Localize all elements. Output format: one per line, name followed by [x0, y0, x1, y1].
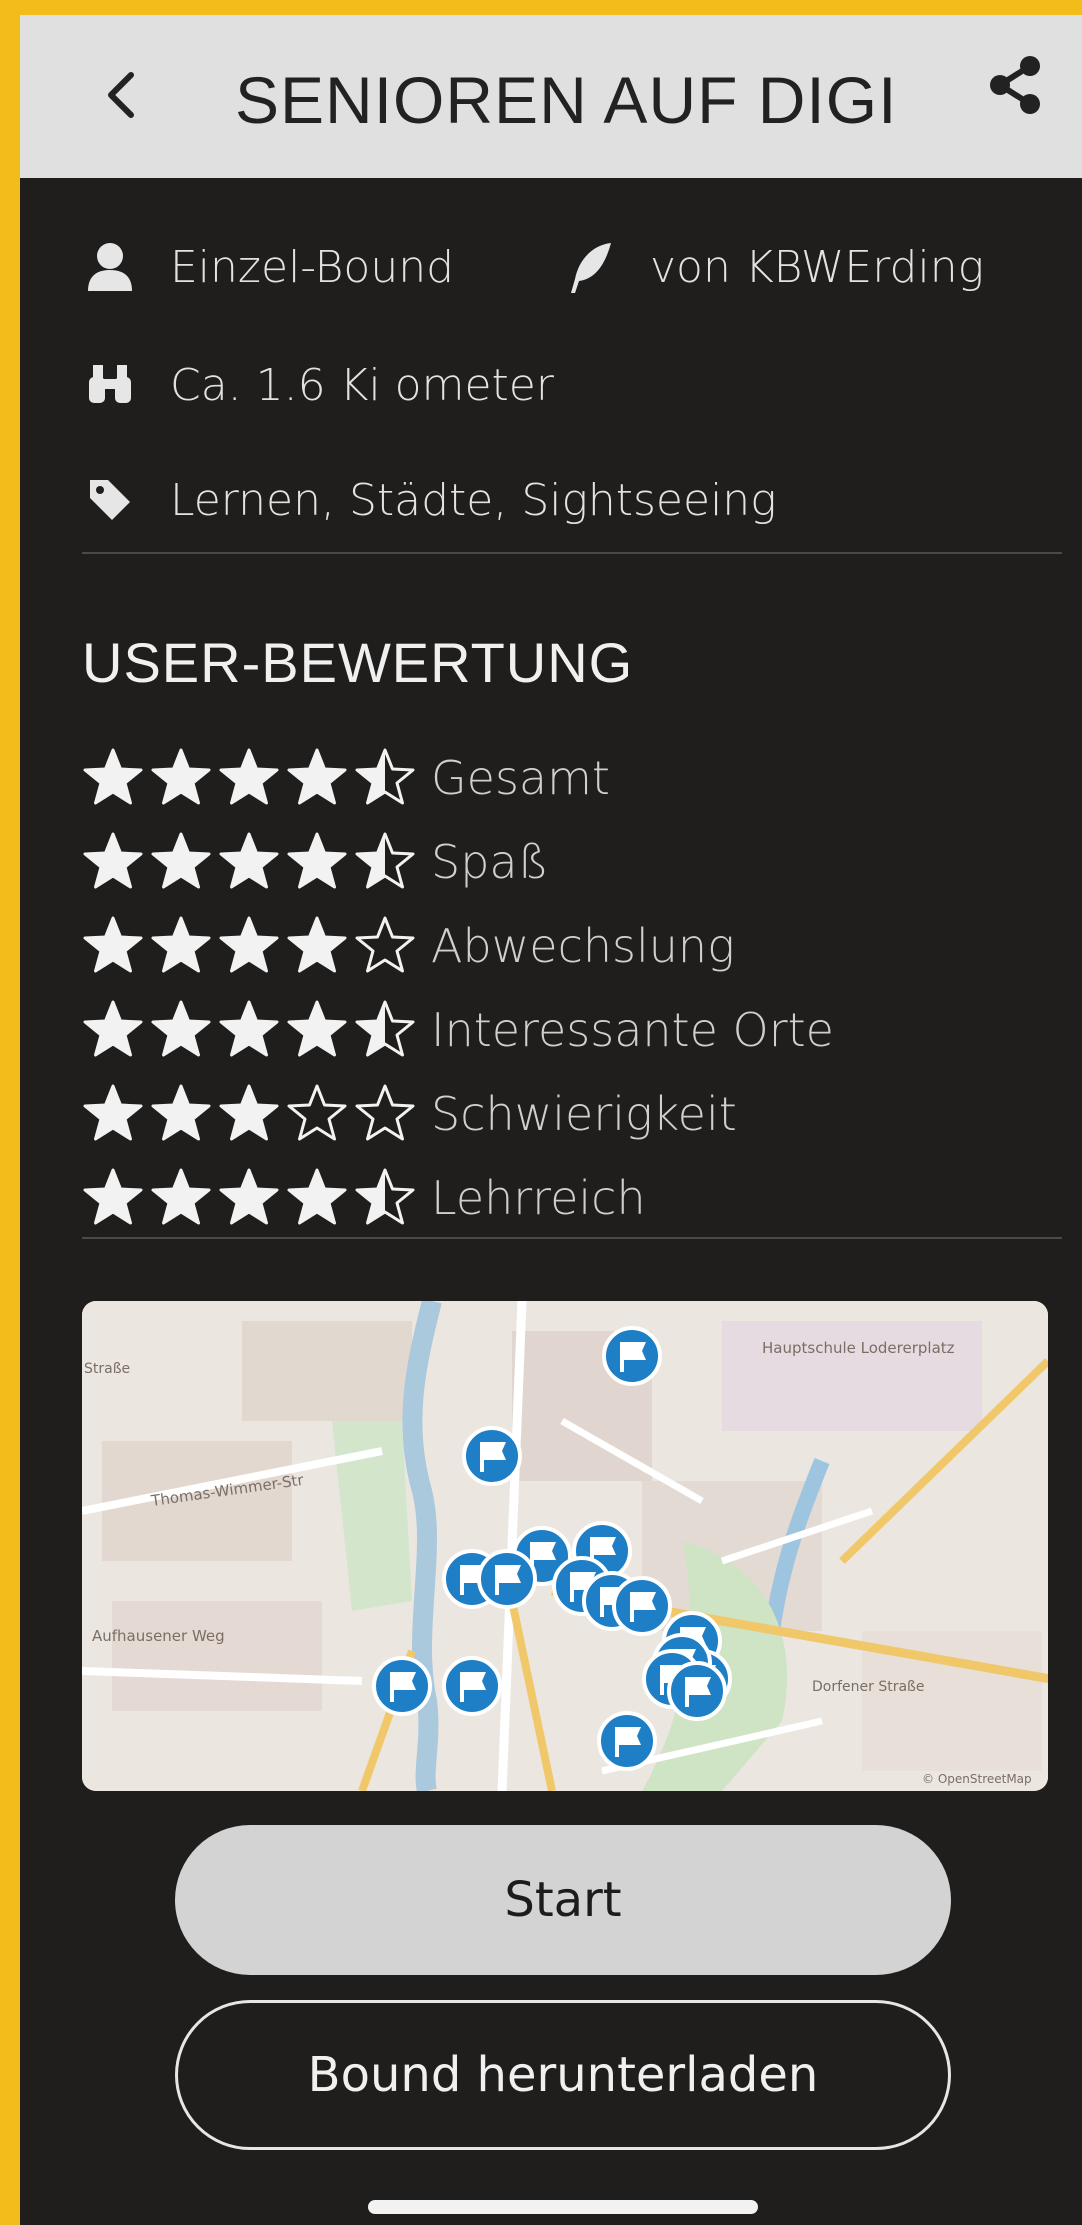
- download-button[interactable]: Bound herunterladen: [175, 2000, 951, 2150]
- star-full-icon: [287, 916, 347, 973]
- star-half-icon: [355, 832, 415, 889]
- star-empty-icon: [355, 916, 415, 973]
- distance-row: Ca. 1.6 Ki ometer: [80, 345, 554, 425]
- ratings-title: USER-BEWERTUNG: [82, 631, 634, 694]
- map-label-school: Hauptschule Lodererplatz: [762, 1339, 955, 1357]
- rating-label: Lehrreich: [431, 1171, 646, 1225]
- star-full-icon: [151, 832, 211, 889]
- star-full-icon: [83, 1084, 143, 1141]
- app-screen: SENIOREN AUF DIGI Einzel-Bound von KBWEr…: [20, 15, 1082, 2225]
- star-half-icon: [355, 1168, 415, 1225]
- star-full-icon: [151, 916, 211, 973]
- star-full-icon: [219, 1000, 279, 1057]
- map-label-street: Aufhausener Weg: [92, 1627, 225, 1645]
- bound-type-row: Einzel-Bound: [80, 227, 454, 307]
- route-map[interactable]: Hauptschule Lodererplatz Thomas-Wimmer-S…: [82, 1301, 1048, 1791]
- star-full-icon: [151, 1084, 211, 1141]
- rating-label: Spaß: [431, 835, 549, 889]
- rating-label: Schwierigkeit: [431, 1087, 737, 1141]
- divider: [82, 1237, 1062, 1239]
- star-full-icon: [287, 1168, 347, 1225]
- map-canvas[interactable]: Hauptschule Lodererplatz Thomas-Wimmer-S…: [82, 1301, 1048, 1791]
- star-rating: [82, 915, 427, 977]
- star-rating: [82, 1083, 427, 1145]
- map-marker[interactable]: [477, 1549, 537, 1609]
- rating-row: Interessante Orte: [82, 992, 834, 1068]
- star-full-icon: [83, 748, 143, 805]
- rating-row: Schwierigkeit: [82, 1076, 737, 1152]
- star-rating: [82, 747, 427, 809]
- page-title: SENIOREN AUF DIGI: [235, 63, 898, 137]
- star-full-icon: [83, 916, 143, 973]
- map-marker[interactable]: [442, 1656, 502, 1716]
- author-row: von KBWErding: [560, 227, 984, 307]
- map-marker[interactable]: [462, 1426, 522, 1486]
- divider: [82, 552, 1062, 554]
- tags-label: Lernen, Städte, Sightseeing: [170, 474, 777, 526]
- chevron-left-icon: [108, 72, 134, 118]
- map-marker[interactable]: [667, 1661, 727, 1721]
- share-icon: [990, 56, 1040, 114]
- star-half-icon: [355, 748, 415, 805]
- map-attribution: © OpenStreetMap: [922, 1772, 1032, 1786]
- star-empty-icon: [287, 1084, 347, 1141]
- star-full-icon: [83, 1168, 143, 1225]
- star-full-icon: [219, 1168, 279, 1225]
- share-button[interactable]: [980, 45, 1050, 125]
- binoculars-icon: [80, 355, 140, 415]
- star-full-icon: [287, 832, 347, 889]
- home-indicator[interactable]: [368, 2200, 758, 2214]
- tags-row: Lernen, Städte, Sightseeing: [80, 460, 777, 540]
- map-marker[interactable]: [602, 1326, 662, 1386]
- distance-label: Ca. 1.6 Ki ometer: [170, 359, 554, 411]
- map-marker[interactable]: [597, 1711, 657, 1771]
- rating-row: Lehrreich: [82, 1160, 646, 1236]
- star-full-icon: [151, 1168, 211, 1225]
- person-icon: [80, 237, 140, 297]
- star-full-icon: [219, 916, 279, 973]
- map-label-street: Straße: [84, 1361, 130, 1377]
- star-full-icon: [83, 1000, 143, 1057]
- map-marker[interactable]: [372, 1656, 432, 1716]
- tag-icon: [80, 470, 140, 530]
- star-rating: [82, 831, 427, 893]
- star-empty-icon: [355, 1084, 415, 1141]
- author-label[interactable]: von KBWErding: [650, 242, 984, 293]
- back-button[interactable]: [90, 55, 150, 135]
- rating-row: Abwechslung: [82, 908, 735, 984]
- map-marker[interactable]: [612, 1576, 672, 1636]
- start-button[interactable]: Start: [175, 1825, 951, 1975]
- map-label-street: Dorfener Straße: [812, 1679, 924, 1695]
- star-full-icon: [219, 1084, 279, 1141]
- rating-row: Spaß: [82, 824, 549, 900]
- star-full-icon: [151, 1000, 211, 1057]
- star-full-icon: [151, 748, 211, 805]
- feather-icon: [560, 237, 620, 297]
- star-full-icon: [219, 832, 279, 889]
- star-rating: [82, 1167, 427, 1229]
- star-full-icon: [287, 1000, 347, 1057]
- star-rating: [82, 999, 427, 1061]
- rating-label: Interessante Orte: [431, 1003, 834, 1057]
- star-full-icon: [287, 748, 347, 805]
- bound-type-label: Einzel-Bound: [170, 241, 455, 293]
- rating-label: Abwechslung: [431, 919, 735, 973]
- top-app-bar: SENIOREN AUF DIGI: [20, 15, 1082, 178]
- rating-row: Gesamt: [82, 740, 610, 816]
- rating-label: Gesamt: [431, 751, 610, 805]
- star-full-icon: [83, 832, 143, 889]
- star-full-icon: [219, 748, 279, 805]
- star-half-icon: [355, 1000, 415, 1057]
